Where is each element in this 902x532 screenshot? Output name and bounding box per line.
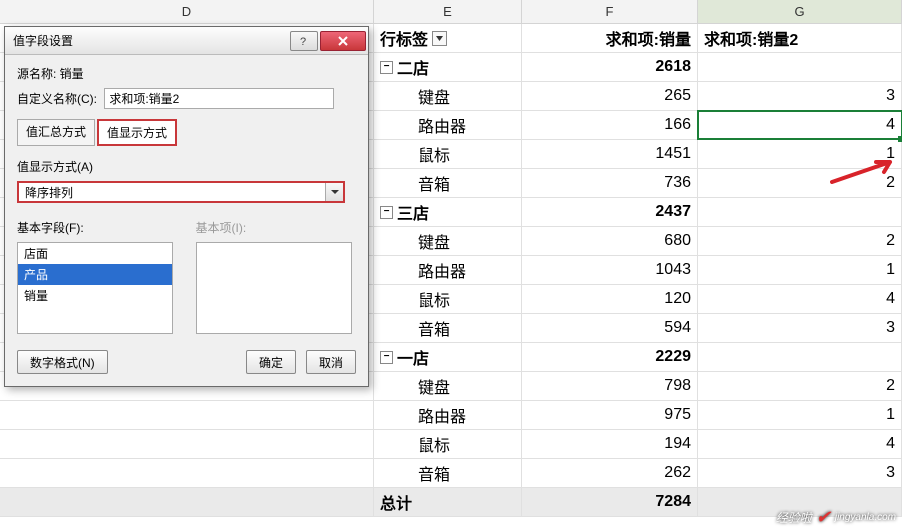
- svg-text:?: ?: [300, 36, 306, 47]
- help-button[interactable]: ?: [290, 31, 318, 51]
- watermark: 经验啦 ✔ jingyanla.com: [776, 507, 896, 528]
- custom-name-input[interactable]: [104, 88, 334, 109]
- base-field-label: 基本字段(F):: [17, 219, 178, 236]
- table-row[interactable]: 音箱2623: [0, 459, 902, 488]
- number-format-button[interactable]: 数字格式(N): [17, 350, 108, 374]
- collapse-button[interactable]: −: [380, 351, 393, 364]
- tab-summarize[interactable]: 值汇总方式: [17, 119, 95, 146]
- ok-button[interactable]: 确定: [246, 350, 296, 374]
- show-as-combo[interactable]: 降序排列: [17, 181, 345, 203]
- collapse-button[interactable]: −: [380, 206, 393, 219]
- base-field-listbox[interactable]: 店面产品销量: [17, 242, 173, 334]
- filter-dropdown-icon[interactable]: [432, 31, 447, 46]
- collapse-button[interactable]: −: [380, 61, 393, 74]
- selected-cell[interactable]: 4: [698, 111, 902, 139]
- list-item[interactable]: 店面: [18, 243, 172, 264]
- check-icon: ✔: [816, 507, 831, 528]
- col-header-e[interactable]: E: [374, 0, 522, 23]
- close-icon: [337, 35, 349, 47]
- column-headers: D E F G: [0, 0, 902, 24]
- col-header-d[interactable]: D: [0, 0, 374, 23]
- base-item-label: 基本项(I):: [196, 219, 357, 236]
- list-item[interactable]: 产品: [18, 264, 172, 285]
- table-row[interactable]: 总计7284: [0, 488, 902, 517]
- col-header-f[interactable]: F: [522, 0, 698, 23]
- tab-show-as[interactable]: 值显示方式: [97, 119, 177, 146]
- chevron-down-icon: [331, 188, 339, 196]
- dialog-titlebar[interactable]: 值字段设置 ?: [5, 27, 368, 55]
- col-header-g[interactable]: G: [698, 0, 902, 23]
- custom-name-label: 自定义名称(C):: [17, 90, 97, 107]
- table-row[interactable]: 鼠标1944: [0, 430, 902, 459]
- table-row[interactable]: 路由器9751: [0, 401, 902, 430]
- base-item-listbox[interactable]: [196, 242, 352, 334]
- dialog-title: 值字段设置: [13, 32, 73, 49]
- close-button[interactable]: [320, 31, 366, 51]
- show-as-value: 降序排列: [19, 184, 325, 201]
- value-field-settings-dialog: 值字段设置 ? 源名称: 销量 自定义名称(C): 值汇总方式 值显示方式 值显…: [4, 26, 369, 387]
- show-as-label: 值显示方式(A): [17, 158, 356, 175]
- source-name-label: 源名称: 销量: [17, 65, 356, 82]
- help-icon: ?: [298, 35, 310, 47]
- cancel-button[interactable]: 取消: [306, 350, 356, 374]
- combo-dropdown-button[interactable]: [325, 183, 343, 201]
- list-item[interactable]: 销量: [18, 285, 172, 306]
